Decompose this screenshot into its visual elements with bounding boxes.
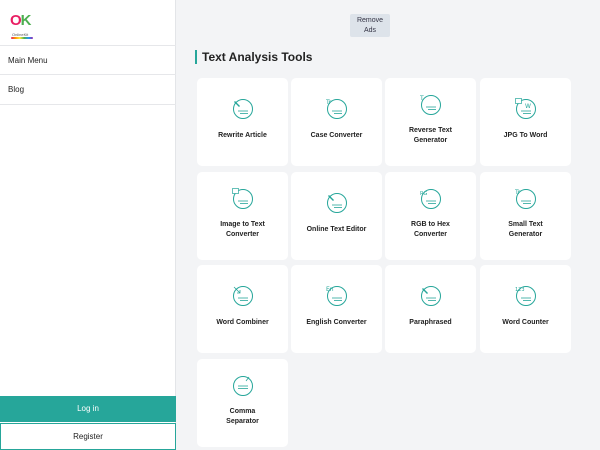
counter-icon: 123 — [515, 286, 536, 306]
svg-text:W: W — [525, 103, 531, 110]
edit-icon — [327, 193, 347, 213]
login-button[interactable]: Log in — [0, 396, 176, 422]
sidebar-item-main-menu[interactable]: Main Menu — [0, 45, 176, 75]
rgb-hex-icon: RG — [420, 189, 441, 209]
tool-card-jpg-to-word[interactable]: W JPG To Word — [480, 78, 571, 166]
register-button[interactable]: Register — [0, 423, 176, 450]
tool-card-word-counter[interactable]: 123 Word Counter — [480, 265, 571, 353]
remove-ads-label-line2: Ads — [363, 27, 377, 34]
page-title: Text Analysis Tools — [195, 50, 312, 64]
image-to-text-icon — [232, 188, 253, 209]
tool-label-line1: Small Text — [508, 221, 543, 228]
tool-card-rewrite-article[interactable]: Rewrite Article — [197, 78, 288, 166]
tool-card-case-converter[interactable]: Tr Case Converter — [291, 78, 382, 166]
site-logo[interactable]: OK OnlineKit — [10, 12, 34, 40]
tool-label-line1: RGB to Hex — [411, 221, 450, 228]
combine-icon — [233, 286, 253, 306]
tool-card-small-text-generator[interactable]: Tr Small Text Generator — [480, 172, 571, 260]
logo-color-bar — [11, 37, 33, 39]
small-text-icon: Tr — [515, 189, 536, 209]
comma-icon — [233, 376, 253, 396]
reverse-text-icon: T — [420, 95, 441, 115]
sidebar: OK OnlineKit Main Menu Blog Log in Regis… — [0, 0, 176, 450]
tool-label-line2: Generator — [508, 231, 543, 238]
tool-label-line1: Comma — [229, 408, 256, 415]
remove-ads-label-line1: Remove — [356, 17, 384, 24]
language-icon: En — [326, 286, 347, 306]
reverse-icon-text: T — [420, 95, 424, 102]
tool-label-line1: Reverse Text — [408, 127, 453, 134]
counter-icon-text: 123 — [515, 287, 525, 293]
english-icon-text: En — [326, 286, 334, 293]
pen-icon — [233, 99, 253, 119]
logo-mark: OK — [10, 12, 32, 29]
case-icon-text: Tr — [326, 99, 332, 106]
tool-label: Word Combiner — [216, 319, 269, 326]
tool-card-image-to-text-converter[interactable]: Image to Text Converter — [197, 172, 288, 260]
tool-label-line1: Image to Text — [220, 221, 265, 228]
remove-ads-button[interactable]: Remove Ads — [350, 14, 390, 37]
tool-label: Rewrite Article — [218, 132, 267, 139]
small-text-icon-text: Tr — [515, 189, 521, 196]
tool-card-comma-separator[interactable]: Comma Separator — [197, 359, 288, 447]
paraphrase-icon — [421, 286, 441, 306]
tool-card-word-combiner[interactable]: Word Combiner — [197, 265, 288, 353]
text-case-icon: Tr — [326, 99, 347, 119]
rgb-icon-text: RG — [420, 191, 427, 197]
tool-label: Case Converter — [310, 132, 363, 139]
tool-label-line2: Converter — [413, 231, 448, 238]
tool-label: Word Counter — [502, 319, 549, 326]
tool-card-english-converter[interactable]: En English Converter — [291, 265, 382, 353]
tool-card-online-text-editor[interactable]: Online Text Editor — [291, 172, 382, 260]
tool-card-rgb-to-hex-converter[interactable]: RG RGB to Hex Converter — [385, 172, 476, 260]
sidebar-item-blog[interactable]: Blog — [0, 75, 176, 105]
tool-label: Paraphrased — [409, 319, 452, 326]
tool-card-reverse-text-generator[interactable]: T Reverse Text Generator — [385, 78, 476, 166]
tool-card-paraphrased[interactable]: Paraphrased — [385, 265, 476, 353]
tool-label: English Converter — [306, 319, 367, 326]
tool-label: Online Text Editor — [306, 226, 367, 233]
tool-label-line2: Separator — [226, 418, 259, 425]
tool-label-line2: Converter — [225, 231, 260, 238]
image-to-word-icon: W — [515, 98, 536, 119]
tool-label: JPG To Word — [503, 132, 548, 139]
tool-label-line2: Generator — [413, 137, 448, 144]
